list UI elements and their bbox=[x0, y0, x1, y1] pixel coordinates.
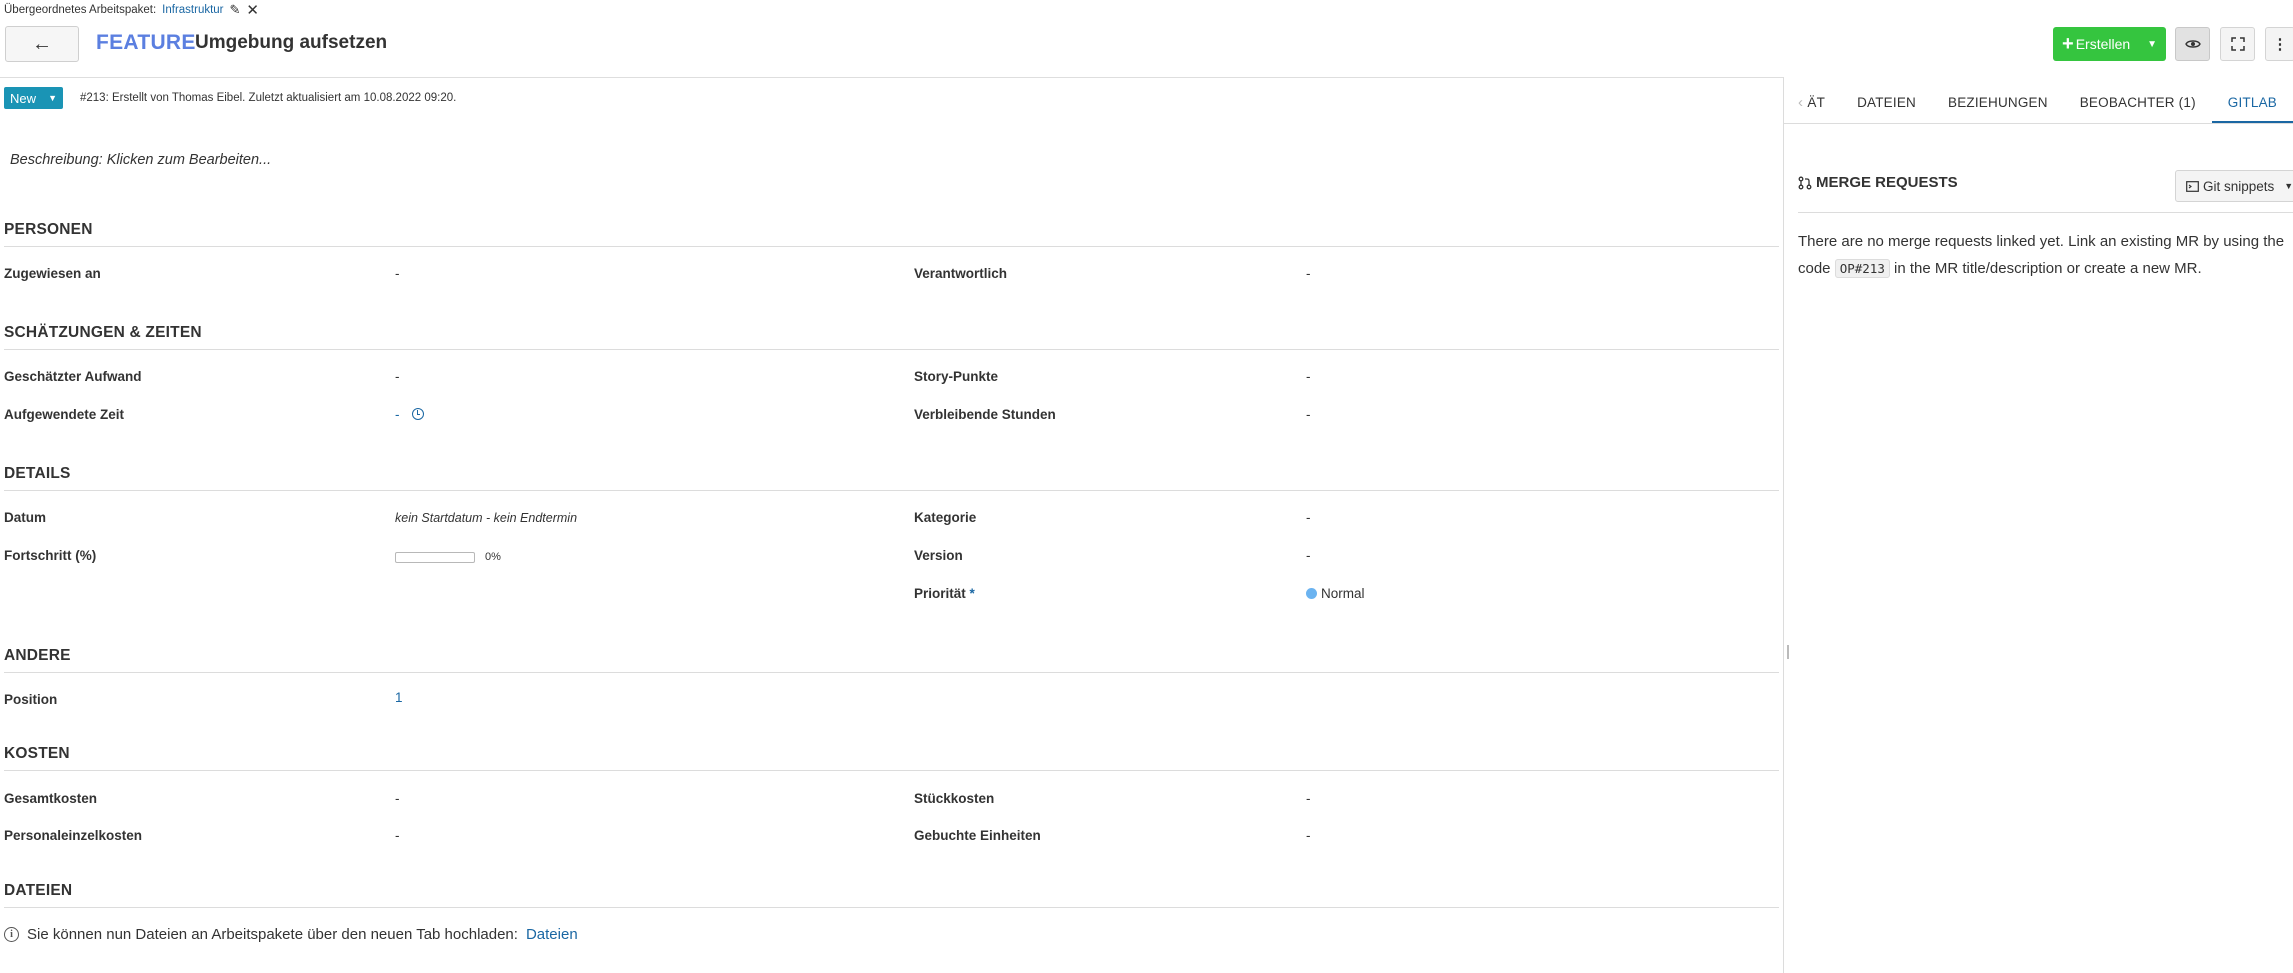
value-kategorie[interactable]: - bbox=[1306, 510, 1311, 525]
merge-requests-title: MERGE REQUESTS bbox=[1816, 174, 1958, 191]
value-fortschritt: 0% bbox=[485, 551, 501, 563]
label-zugewiesen: Zugewiesen an bbox=[4, 266, 101, 281]
header-divider bbox=[0, 77, 1784, 78]
pane-splitter[interactable] bbox=[1783, 77, 1784, 973]
label-datum: Datum bbox=[4, 510, 47, 525]
arrow-left-icon: ← bbox=[32, 32, 52, 55]
progress-bar[interactable] bbox=[395, 552, 475, 563]
fullscreen-icon bbox=[2230, 37, 2245, 51]
value-aufgewendet[interactable]: - bbox=[395, 407, 400, 422]
value-verbleibend[interactable]: - bbox=[1306, 407, 1311, 422]
value-datum[interactable]: kein Startdatum - kein Endtermin bbox=[395, 511, 577, 525]
label-gebuchte-einheiten: Gebuchte Einheiten bbox=[914, 828, 1041, 843]
tab-beobachter[interactable]: BEOBACHTER (1) bbox=[2064, 82, 2212, 123]
parent-link[interactable]: Infrastruktur bbox=[162, 4, 223, 16]
value-stueckkosten[interactable]: - bbox=[1306, 791, 1311, 806]
snippet-icon bbox=[2186, 180, 2199, 192]
files-notice: i Sie können nun Dateien an Arbeitspaket… bbox=[4, 926, 578, 943]
resize-handle[interactable] bbox=[1787, 645, 1789, 659]
section-schaetzungen: SCHÄTZUNGEN & ZEITEN bbox=[4, 324, 1779, 350]
work-package-type: FEATURE bbox=[96, 31, 196, 54]
value-gebuchte-einheiten[interactable]: - bbox=[1306, 828, 1311, 843]
chevron-down-icon: ▼ bbox=[2284, 181, 2293, 191]
section-details: DETAILS bbox=[4, 465, 1779, 491]
priority-color-dot bbox=[1306, 588, 1317, 599]
parent-work-package: Übergeordnetes Arbeitspaket: Infrastrukt… bbox=[4, 1, 259, 19]
aufgewendet-field: - bbox=[395, 407, 424, 422]
description-field[interactable]: Beschreibung: Klicken zum Bearbeiten... bbox=[10, 152, 271, 168]
label-verbleibend: Verbleibende Stunden bbox=[914, 407, 1056, 422]
value-personaleinzelkosten[interactable]: - bbox=[395, 828, 400, 843]
more-vertical-icon: ⋮ bbox=[2272, 36, 2288, 53]
label-gesamtkosten: Gesamtkosten bbox=[4, 791, 98, 806]
mr-text-line1: There are no merge requests linked yet. … bbox=[1798, 233, 2285, 250]
status-dropdown[interactable]: New ▼ bbox=[4, 87, 63, 109]
tab-dateien[interactable]: DATEIEN bbox=[1841, 82, 1932, 123]
git-snippets-button[interactable]: Git snippets ▼ bbox=[2175, 170, 2293, 202]
section-personen: PERSONEN bbox=[4, 221, 1779, 247]
label-position: Position bbox=[4, 692, 58, 707]
git-snippets-label: Git snippets bbox=[2203, 178, 2275, 194]
label-stueckkosten: Stückkosten bbox=[914, 791, 995, 806]
page-title[interactable]: Umgebung aufsetzen bbox=[195, 32, 387, 54]
create-label: Erstellen bbox=[2075, 36, 2131, 52]
close-icon[interactable]: ✕ bbox=[246, 1, 259, 19]
watch-button[interactable] bbox=[2175, 27, 2210, 61]
tab-aktivitaet[interactable]: ÄT bbox=[1807, 82, 1841, 123]
create-button[interactable]: + Erstellen ▼ bbox=[2053, 27, 2166, 61]
value-story-punkte[interactable]: - bbox=[1306, 369, 1311, 384]
section-andere: ANDERE bbox=[4, 647, 1779, 673]
prioritaet-label-text: Priorität bbox=[914, 586, 966, 601]
info-icon: i bbox=[4, 927, 19, 942]
plus-icon: + bbox=[2062, 33, 2074, 55]
label-personaleinzelkosten: Personaleinzelkosten bbox=[4, 828, 143, 843]
value-zugewiesen[interactable]: - bbox=[395, 266, 400, 281]
chevron-down-icon: ▼ bbox=[48, 93, 57, 103]
label-story-punkte: Story-Punkte bbox=[914, 369, 999, 384]
chevron-down-icon: ▼ bbox=[2147, 38, 2157, 50]
value-version[interactable]: - bbox=[1306, 548, 1311, 563]
value-geschaetzt[interactable]: - bbox=[395, 369, 400, 384]
label-geschaetzt: Geschätzter Aufwand bbox=[4, 369, 142, 384]
pencil-icon[interactable]: ✎ bbox=[230, 2, 241, 18]
fullscreen-button[interactable] bbox=[2220, 27, 2255, 61]
chevron-left-icon[interactable]: ‹ bbox=[1798, 94, 1807, 111]
value-prioritaet: Normal bbox=[1321, 586, 1365, 601]
parent-label: Übergeordnetes Arbeitspaket: bbox=[4, 4, 157, 16]
label-fortschritt: Fortschritt (%) bbox=[4, 548, 97, 563]
mr-text-code-prefix: code bbox=[1798, 260, 1831, 277]
detail-tabs: ‹ ÄT DATEIEN BEZIEHUNGEN BEOBACHTER (1) … bbox=[1784, 82, 2293, 124]
value-gesamtkosten[interactable]: - bbox=[395, 791, 400, 806]
section-dateien: DATEIEN bbox=[4, 882, 1779, 908]
label-prioritaet: Priorität * bbox=[914, 586, 975, 601]
work-package-meta: #213: Erstellt von Thomas Eibel. Zuletzt… bbox=[80, 92, 457, 104]
required-marker: * bbox=[969, 586, 975, 601]
label-kategorie: Kategorie bbox=[914, 510, 977, 525]
status-label: New bbox=[10, 90, 37, 106]
prioritaet-field[interactable]: Normal bbox=[1306, 586, 1365, 601]
files-tab-link[interactable]: Dateien bbox=[526, 926, 578, 943]
eye-icon bbox=[2184, 40, 2201, 48]
notice-text: Sie können nun Dateien an Arbeitspakete … bbox=[27, 926, 518, 943]
tab-beziehungen[interactable]: BEZIEHUNGEN bbox=[1932, 82, 2064, 123]
value-verantwortlich[interactable]: - bbox=[1306, 266, 1311, 281]
label-version: Version bbox=[914, 548, 963, 563]
clock-icon[interactable] bbox=[411, 408, 424, 420]
merge-request-icon bbox=[1798, 176, 1812, 189]
more-button[interactable]: ⋮ bbox=[2265, 27, 2293, 61]
back-button[interactable]: ← bbox=[5, 26, 79, 62]
merge-requests-divider bbox=[1798, 212, 2293, 213]
mr-text-line2: in the MR title/description or create a … bbox=[1894, 260, 2202, 277]
merge-requests-heading: MERGE REQUESTS bbox=[1798, 174, 1958, 191]
section-kosten: KOSTEN bbox=[4, 745, 1779, 771]
value-position[interactable]: 1 bbox=[395, 690, 403, 705]
mr-code: OP#213 bbox=[1834, 259, 1890, 278]
label-verantwortlich: Verantwortlich bbox=[914, 266, 1008, 281]
tab-gitlab[interactable]: GITLAB bbox=[2211, 82, 2293, 123]
merge-requests-empty: There are no merge requests linked yet. … bbox=[1798, 228, 2293, 282]
label-aufgewendet: Aufgewendete Zeit bbox=[4, 407, 125, 422]
